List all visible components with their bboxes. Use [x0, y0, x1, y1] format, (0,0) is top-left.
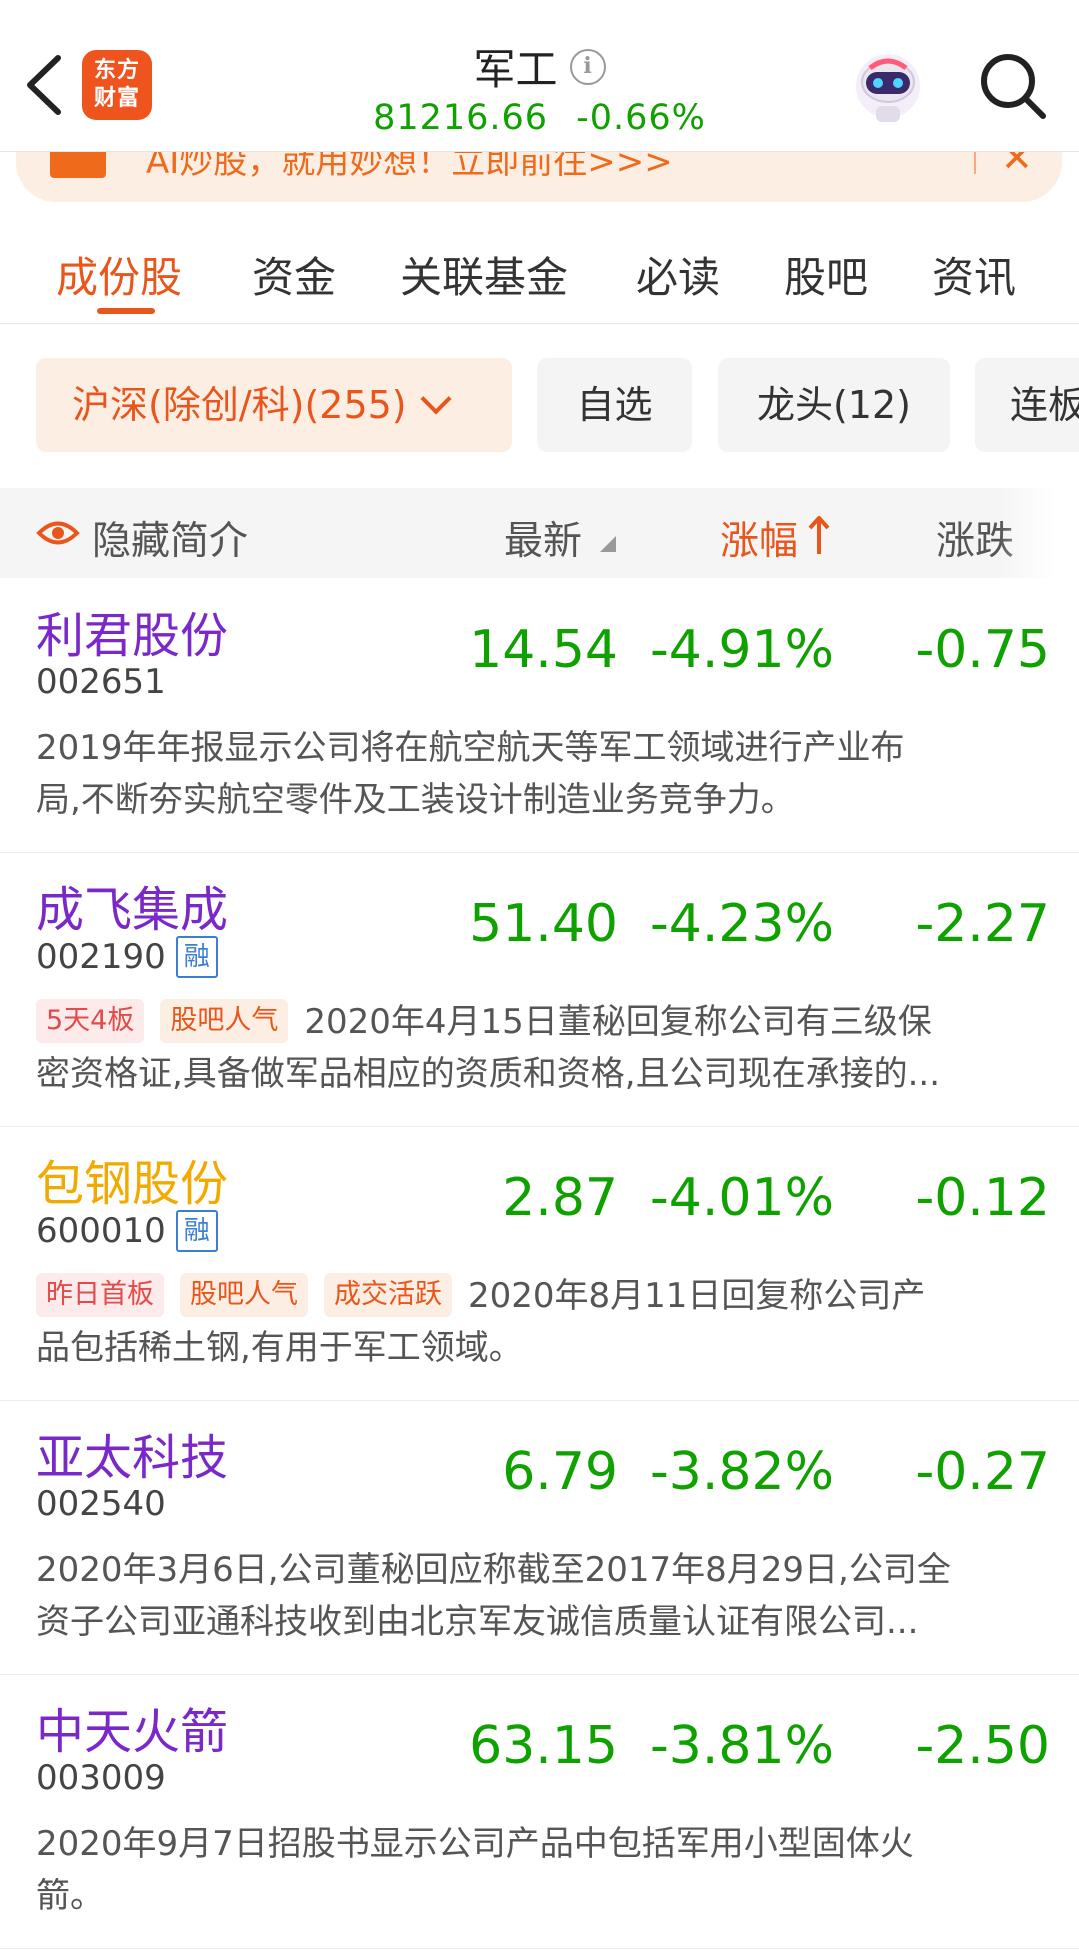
close-icon[interactable]: ✕ [1001, 152, 1033, 180]
tag-forum-hot[interactable]: 股吧人气 [180, 1273, 308, 1317]
tag-first-limit[interactable]: 昨日首板 [36, 1273, 164, 1317]
filter-watchlist[interactable]: 自选 [537, 358, 692, 452]
description-text: 2020年4月15日董秘回复称公司有三级保 [304, 1002, 932, 1042]
margin-badge: 融 [175, 1210, 218, 1252]
stock-change: -0.12 [915, 1168, 1050, 1228]
list-item[interactable]: 中天火箭 003009 63.15 -3.81% -2.50 2020年9月7日… [0, 1676, 1079, 1949]
stock-name[interactable]: 中天火箭 [36, 1692, 228, 1762]
stock-code: 002540 [36, 1484, 166, 1524]
stock-change: -0.75 [915, 620, 1050, 680]
stock-code-wrap: 600010 融 [36, 1210, 218, 1252]
info-icon[interactable]: i [569, 48, 606, 85]
tab-must-read[interactable]: 必读 [636, 244, 720, 305]
stock-name[interactable]: 包钢股份 [36, 1144, 228, 1214]
toggle-intro-button[interactable]: 隐藏简介 [92, 510, 248, 566]
stock-code: 002190 [36, 937, 166, 977]
stock-code-wrap: 003009 [36, 1758, 166, 1798]
search-button[interactable] [975, 48, 1051, 124]
filter-market-label: 沪深(除创/科)(255) [72, 383, 407, 427]
stock-change-pct: -3.82% [650, 1442, 834, 1502]
search-icon [981, 54, 1046, 119]
stock-price: 6.79 [502, 1442, 618, 1502]
filter-market[interactable]: 沪深(除创/科)(255) [36, 358, 512, 452]
list-item[interactable]: 成飞集成 002190 融 51.40 -4.23% -2.27 5天4板 股吧人气… [0, 854, 1079, 1127]
stock-change: -0.27 [915, 1442, 1050, 1502]
page-title: 军工 [473, 45, 558, 94]
promo-icon [50, 152, 106, 178]
stock-price: 63.15 [469, 1716, 618, 1776]
stock-change-pct: -3.81% [650, 1716, 834, 1776]
stock-description: 2019年年报显示公司将在航空航天等军工领域进行产业布 局,不断夯实航空零件及工… [36, 722, 1046, 826]
promo-divider [974, 152, 976, 174]
scroll-fade [1000, 488, 1079, 578]
stock-code-wrap: 002540 [36, 1484, 166, 1524]
stock-price: 14.54 [469, 620, 618, 680]
stock-description: 2020年9月7日招股书显示公司产品中包括军用小型固体火 箭。 [36, 1818, 1046, 1922]
stock-description: 5天4板 股吧人气 2020年4月15日董秘回复称公司有三级保 密资格证,具备做军品… [36, 996, 1046, 1100]
stock-name[interactable]: 利君股份 [36, 596, 228, 666]
stock-code: 600010 [36, 1211, 166, 1251]
sort-change-pct[interactable]: 涨幅 [720, 510, 798, 566]
stock-change-pct: -4.01% [650, 1168, 834, 1228]
list-item[interactable]: 亚太科技 002540 6.79 -3.82% -0.27 2020年3月6日,… [0, 1402, 1079, 1675]
chevron-down-icon [420, 383, 452, 415]
description-line: 2020年3月6日,公司董秘回应称截至2017年8月29日,公司全 [36, 1550, 951, 1590]
stock-description: 2020年3月6日,公司董秘回应称截至2017年8月29日,公司全 资子公司亚通… [36, 1544, 1046, 1648]
description-line: 昨日首板 股吧人气 成交活跃 2020年8月11日回复称公司产 [36, 1270, 1046, 1322]
tab-constituents[interactable]: 成份股 [56, 244, 182, 305]
stock-code: 002651 [36, 662, 166, 702]
stock-name[interactable]: 成飞集成 [36, 870, 228, 940]
index-value: 81216.66 [373, 98, 549, 138]
app-header: 东方 财富 军工 i 81216.66 -0.66% [0, 0, 1079, 152]
list-item[interactable]: 包钢股份 600010 融 2.87 -4.01% -0.12 昨日首板 股吧人气成… [0, 1128, 1079, 1401]
stock-change: -2.27 [915, 894, 1050, 954]
description-line: 密资格证,具备做军品相应的资质和资格,且公司现在承接的... [36, 1054, 941, 1094]
tag-limit-up[interactable]: 5天4板 [36, 999, 145, 1043]
tag-active-trading[interactable]: 成交活跃 [324, 1273, 452, 1317]
stock-price: 51.40 [469, 894, 618, 954]
tab-funds-flow[interactable]: 资金 [252, 244, 336, 305]
stock-code-wrap: 002651 [36, 662, 166, 702]
promo-text: AI炒股，就用妙想！立即前往>>> [146, 152, 673, 182]
active-tab-indicator [97, 308, 155, 314]
filter-consecutive[interactable]: 连板 [975, 358, 1079, 452]
ai-assistant-button[interactable] [846, 46, 930, 130]
stock-code-wrap: 002190 融 [36, 936, 218, 978]
tab-forum[interactable]: 股吧 [784, 244, 868, 305]
description-line: 5天4板 股吧人气 2020年4月15日董秘回复称公司有三级保 [36, 996, 1046, 1048]
filter-leaders[interactable]: 龙头(12) [718, 358, 950, 452]
description-line: 局,不断夯实航空零件及工装设计制造业务竞争力。 [36, 780, 795, 820]
tab-news[interactable]: 资讯 [932, 244, 1016, 305]
description-line: 箭。 [36, 1876, 104, 1916]
list-item[interactable]: 利君股份 002651 14.54 -4.91% -0.75 2019年年报显示… [0, 580, 1079, 853]
stock-name[interactable]: 亚太科技 [36, 1418, 228, 1488]
margin-badge: 融 [175, 936, 218, 978]
description-line: 2020年9月7日招股书显示公司产品中包括军用小型固体火 [36, 1824, 914, 1864]
stock-change-pct: -4.91% [650, 620, 834, 680]
tab-bar: 成份股 资金 关联基金 必读 股吧 资讯 [0, 222, 1079, 324]
stock-change: -2.50 [915, 1716, 1050, 1776]
arrow-up-icon [808, 516, 830, 554]
robot-icon [856, 54, 920, 122]
sort-triangle-icon [600, 536, 616, 552]
stock-description: 昨日首板 股吧人气 成交活跃 2020年8月11日回复称公司产 品包括稀土钢,有用于军… [36, 1270, 1046, 1374]
description-text: 2020年8月11日回复称公司产 [468, 1276, 926, 1316]
stock-code: 003009 [36, 1758, 166, 1798]
eye-icon[interactable] [36, 516, 80, 550]
promo-banner[interactable]: AI炒股，就用妙想！立即前往>>> ✕ [16, 152, 1062, 202]
stock-price: 2.87 [502, 1168, 618, 1228]
index-change: -0.66% [576, 98, 706, 138]
tag-forum-hot[interactable]: 股吧人气 [160, 999, 289, 1043]
description-line: 资子公司亚通科技收到由北京军友诚信质量认证有限公司... [36, 1602, 919, 1642]
description-line: 品包括稀土钢,有用于军工领域。 [36, 1328, 523, 1368]
sort-latest-price[interactable]: 最新 [504, 510, 582, 566]
stock-change-pct: -4.23% [650, 894, 834, 954]
tab-related-funds[interactable]: 关联基金 [400, 244, 568, 305]
list-header: 隐藏简介 最新 涨幅 涨跌 [0, 488, 1079, 578]
description-line: 2019年年报显示公司将在航空航天等军工领域进行产业布 [36, 728, 905, 768]
